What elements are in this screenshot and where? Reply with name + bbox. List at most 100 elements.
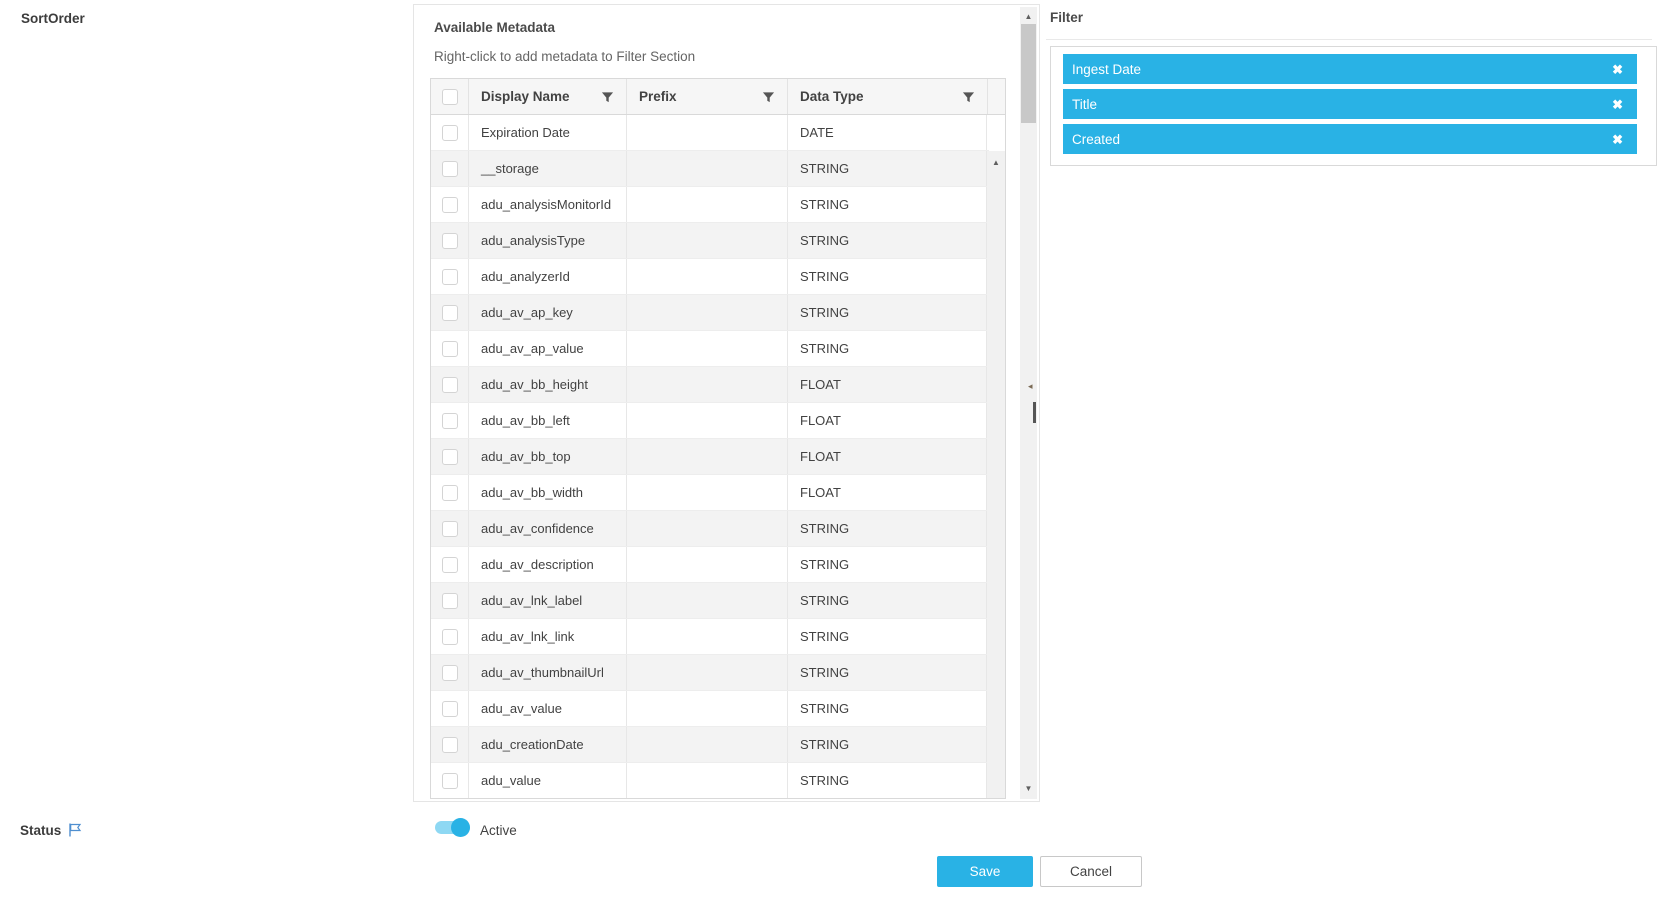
- sortorder-label: SortOrder: [21, 11, 85, 26]
- column-header-data-type[interactable]: Data Type: [787, 79, 987, 114]
- row-data-type: STRING: [787, 511, 987, 546]
- table-row[interactable]: __storage STRING: [431, 151, 989, 187]
- row-checkbox[interactable]: [442, 737, 458, 753]
- row-display-name: adu_av_bb_width: [468, 475, 626, 510]
- table-row[interactable]: adu_creationDate STRING: [431, 727, 989, 763]
- scroll-up-icon[interactable]: ▲: [987, 159, 1005, 167]
- row-checkbox[interactable]: [442, 485, 458, 501]
- row-prefix: [626, 367, 787, 402]
- table-row[interactable]: adu_analysisMonitorId STRING: [431, 187, 989, 223]
- row-checkbox[interactable]: [442, 773, 458, 789]
- row-prefix: [626, 547, 787, 582]
- metadata-grid-header: Display Name Prefix Data Type: [431, 79, 1005, 115]
- close-icon[interactable]: ✖: [1612, 98, 1623, 111]
- row-checkbox[interactable]: [442, 377, 458, 393]
- table-row[interactable]: adu_av_lnk_link STRING: [431, 619, 989, 655]
- row-checkbox-cell: [431, 511, 468, 546]
- row-display-name: Expiration Date: [468, 115, 626, 150]
- splitter-handle[interactable]: [1033, 402, 1036, 423]
- filter-funnel-icon[interactable]: [601, 90, 614, 103]
- row-checkbox[interactable]: [442, 269, 458, 285]
- row-data-type: STRING: [787, 583, 987, 618]
- row-display-name: adu_analysisType: [468, 223, 626, 258]
- row-checkbox[interactable]: [442, 125, 458, 141]
- filter-chip[interactable]: Title ✖: [1063, 89, 1637, 119]
- scroll-down-icon[interactable]: ▼: [1020, 785, 1037, 793]
- row-data-type: STRING: [787, 187, 987, 222]
- table-row[interactable]: adu_av_thumbnailUrl STRING: [431, 655, 989, 691]
- row-display-name: adu_av_ap_key: [468, 295, 626, 330]
- row-data-type: FLOAT: [787, 367, 987, 402]
- status-field-label: Status: [20, 822, 83, 838]
- row-checkbox[interactable]: [442, 161, 458, 177]
- status-label: Status: [20, 823, 61, 838]
- table-row[interactable]: adu_analysisType STRING: [431, 223, 989, 259]
- table-row[interactable]: Expiration Date DATE: [431, 115, 989, 151]
- filter-panel: Filter Ingest Date ✖ Title ✖ Created ✖: [1046, 10, 1658, 166]
- row-prefix: [626, 583, 787, 618]
- column-header-prefix[interactable]: Prefix: [626, 79, 787, 114]
- row-prefix: [626, 691, 787, 726]
- table-row[interactable]: adu_av_description STRING: [431, 547, 989, 583]
- row-checkbox-cell: [431, 727, 468, 762]
- table-row[interactable]: adu_av_bb_width FLOAT: [431, 475, 989, 511]
- save-button[interactable]: Save: [937, 856, 1033, 887]
- header-filler-cell: [987, 79, 1005, 114]
- cancel-button[interactable]: Cancel: [1040, 856, 1142, 887]
- status-toggle[interactable]: [435, 817, 470, 838]
- filter-chip[interactable]: Ingest Date ✖: [1063, 54, 1637, 84]
- close-icon[interactable]: ✖: [1612, 63, 1623, 76]
- select-all-checkbox[interactable]: [442, 89, 458, 105]
- table-row[interactable]: adu_av_ap_key STRING: [431, 295, 989, 331]
- row-data-type: STRING: [787, 727, 987, 762]
- row-checkbox[interactable]: [442, 557, 458, 573]
- scroll-up-icon[interactable]: ▲: [1020, 13, 1037, 21]
- close-icon[interactable]: ✖: [1612, 133, 1623, 146]
- splitter-collapse-icon[interactable]: ◂: [1028, 382, 1033, 391]
- table-vertical-scrollbar[interactable]: ▲: [987, 151, 1005, 799]
- row-prefix: [626, 187, 787, 222]
- table-row[interactable]: adu_av_ap_value STRING: [431, 331, 989, 367]
- table-row[interactable]: adu_av_lnk_label STRING: [431, 583, 989, 619]
- filter-funnel-icon[interactable]: [962, 90, 975, 103]
- column-header-display-name[interactable]: Display Name: [468, 79, 626, 114]
- table-row[interactable]: adu_av_bb_top FLOAT: [431, 439, 989, 475]
- available-metadata-hint: Right-click to add metadata to Filter Se…: [434, 49, 695, 64]
- metadata-grid-body: Expiration Date DATE __storage STRING ad…: [431, 115, 1005, 799]
- scrollbar-thumb[interactable]: [1021, 24, 1036, 123]
- row-data-type: STRING: [787, 295, 987, 330]
- row-checkbox[interactable]: [442, 701, 458, 717]
- row-data-type: STRING: [787, 619, 987, 654]
- table-row[interactable]: adu_av_bb_height FLOAT: [431, 367, 989, 403]
- row-prefix: [626, 655, 787, 690]
- row-checkbox[interactable]: [442, 629, 458, 645]
- row-data-type: STRING: [787, 547, 987, 582]
- column-header-label: Prefix: [639, 89, 677, 104]
- available-metadata-title: Available Metadata: [434, 20, 555, 35]
- row-checkbox[interactable]: [442, 593, 458, 609]
- row-checkbox[interactable]: [442, 665, 458, 681]
- row-checkbox[interactable]: [442, 449, 458, 465]
- row-display-name: adu_av_lnk_link: [468, 619, 626, 654]
- row-prefix: [626, 259, 787, 294]
- filter-chip-label: Title: [1072, 97, 1612, 112]
- row-data-type: STRING: [787, 655, 987, 690]
- column-header-label: Data Type: [800, 89, 864, 104]
- table-row[interactable]: adu_av_confidence STRING: [431, 511, 989, 547]
- filter-chip[interactable]: Created ✖: [1063, 124, 1637, 154]
- row-checkbox-cell: [431, 763, 468, 798]
- filter-funnel-icon[interactable]: [762, 90, 775, 103]
- table-row[interactable]: adu_av_value STRING: [431, 691, 989, 727]
- table-row[interactable]: adu_value STRING: [431, 763, 989, 799]
- row-prefix: [626, 619, 787, 654]
- row-checkbox[interactable]: [442, 341, 458, 357]
- row-checkbox[interactable]: [442, 521, 458, 537]
- row-data-type: STRING: [787, 763, 987, 798]
- row-checkbox[interactable]: [442, 305, 458, 321]
- column-header-label: Display Name: [481, 89, 570, 104]
- table-row[interactable]: adu_analyzerId STRING: [431, 259, 989, 295]
- row-checkbox[interactable]: [442, 233, 458, 249]
- row-checkbox[interactable]: [442, 197, 458, 213]
- table-row[interactable]: adu_av_bb_left FLOAT: [431, 403, 989, 439]
- row-checkbox[interactable]: [442, 413, 458, 429]
